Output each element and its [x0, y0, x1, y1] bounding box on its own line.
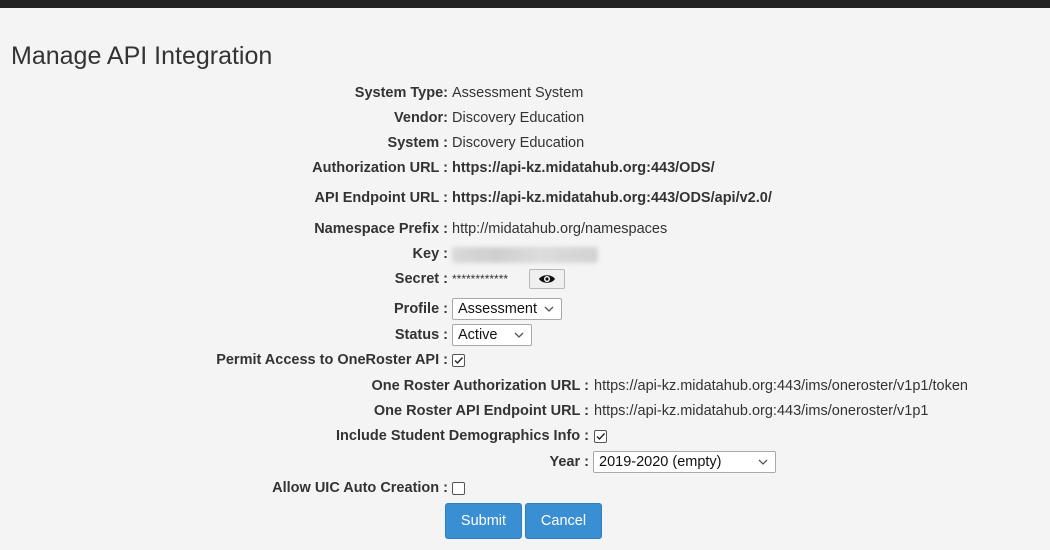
field-secret: Secret : ************ — [0, 268, 1050, 290]
field-vendor: Vendor: Discovery Education — [0, 107, 1050, 129]
include-demographics-checkbox[interactable] — [594, 430, 607, 443]
system-label: System : — [387, 135, 448, 151]
namespace-prefix-value: http://midatahub.org/namespaces — [452, 221, 668, 237]
vendor-label: Vendor: — [394, 110, 448, 126]
profile-select[interactable]: Assessment — [452, 298, 562, 320]
field-api-endpoint-url: API Endpoint URL : https://api-kz.midata… — [0, 187, 1050, 209]
secret-label: Secret : — [394, 271, 448, 287]
field-oneroster-auth-url: One Roster Authorization URL : https://a… — [0, 375, 1050, 397]
field-permit-oneroster: Permit Access to OneRoster API : — [0, 349, 1050, 371]
top-bar — [0, 0, 1050, 8]
authorization-url-value: https://api-kz.midatahub.org:443/ODS/ — [452, 160, 715, 176]
year-selected-value: 2019-2020 (empty) — [599, 454, 722, 470]
field-system-type: System Type: Assessment System — [0, 82, 1050, 104]
system-value: Discovery Education — [452, 135, 585, 151]
oneroster-auth-url-label: One Roster Authorization URL : — [371, 378, 590, 394]
status-select[interactable]: Active — [452, 324, 532, 346]
chevron-down-icon — [758, 459, 768, 465]
checkmark-icon — [596, 433, 606, 441]
field-namespace-prefix: Namespace Prefix : http://midatahub.org/… — [0, 218, 1050, 240]
api-endpoint-url-value: https://api-kz.midatahub.org:443/ODS/api… — [452, 190, 772, 206]
chevron-down-icon — [544, 306, 554, 312]
namespace-prefix-label: Namespace Prefix : — [314, 221, 448, 237]
permit-oneroster-checkbox[interactable] — [452, 354, 465, 367]
field-year: Year : 2019-2020 (empty) — [0, 451, 1050, 473]
allow-uic-label: Allow UIC Auto Creation : — [272, 480, 448, 496]
oneroster-endpoint-url-label: One Roster API Endpoint URL : — [373, 403, 589, 419]
key-label: Key : — [412, 246, 448, 262]
allow-uic-checkbox[interactable] — [452, 482, 465, 495]
year-label: Year : — [549, 454, 590, 470]
status-selected-value: Active — [458, 327, 498, 343]
cancel-button[interactable]: Cancel — [525, 503, 602, 539]
field-profile: Profile : Assessment — [0, 298, 1050, 320]
status-label: Status : — [394, 327, 448, 343]
field-status: Status : Active — [0, 324, 1050, 346]
field-include-demographics: Include Student Demographics Info : — [0, 425, 1050, 447]
system-type-label: System Type: — [354, 85, 448, 101]
key-value-redacted — [452, 247, 598, 263]
checkmark-icon — [454, 357, 464, 365]
chevron-down-icon — [514, 332, 524, 338]
profile-label: Profile : — [394, 301, 448, 317]
secret-value: ************ — [452, 272, 509, 286]
vendor-value: Discovery Education — [452, 110, 585, 126]
permit-oneroster-label: Permit Access to OneRoster API : — [216, 352, 448, 368]
oneroster-endpoint-url-value: https://api-kz.midatahub.org:443/ims/one… — [594, 403, 929, 419]
oneroster-auth-url-value: https://api-kz.midatahub.org:443/ims/one… — [594, 378, 968, 394]
year-select[interactable]: 2019-2020 (empty) — [593, 451, 776, 473]
field-authorization-url: Authorization URL : https://api-kz.midat… — [0, 157, 1050, 179]
page-title: Manage API Integration — [11, 42, 273, 70]
eye-icon — [539, 275, 555, 283]
authorization-url-label: Authorization URL : — [312, 160, 448, 176]
submit-button[interactable]: Submit — [445, 503, 522, 539]
field-oneroster-endpoint-url: One Roster API Endpoint URL : https://ap… — [0, 400, 1050, 422]
include-demographics-label: Include Student Demographics Info : — [336, 428, 589, 444]
field-system: System : Discovery Education — [0, 132, 1050, 154]
field-key: Key : — [0, 243, 1050, 265]
api-endpoint-url-label: API Endpoint URL : — [314, 190, 448, 206]
profile-selected-value: Assessment — [458, 301, 537, 317]
reveal-secret-button[interactable] — [529, 269, 565, 289]
system-type-value: Assessment System — [452, 85, 584, 101]
field-allow-uic: Allow UIC Auto Creation : — [0, 477, 1050, 499]
